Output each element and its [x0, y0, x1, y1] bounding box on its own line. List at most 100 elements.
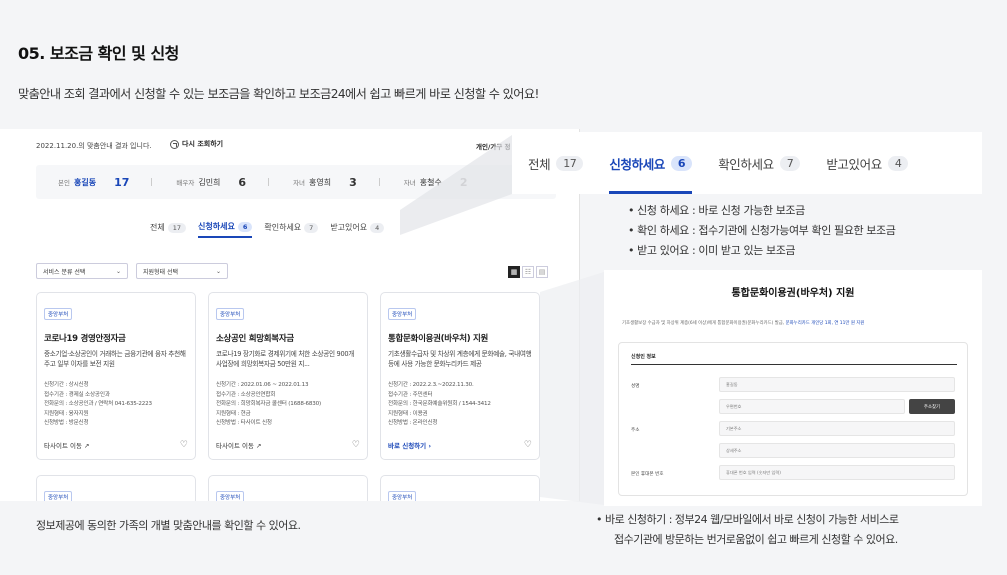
list-view-icon[interactable]: ☷: [522, 266, 534, 278]
zoom-tab-apply[interactable]: 신청하세요 6: [609, 132, 693, 194]
address-field[interactable]: 기본주소: [719, 421, 955, 436]
member-role: 자녀: [403, 179, 416, 187]
tab-check[interactable]: 확인하세요 7: [264, 222, 319, 237]
family-switcher: 본인 홍길동 17 배우자 김민희 6 자녀 홍영희 3 자녀 홍철수 2: [36, 165, 556, 199]
refresh-icon: [170, 139, 179, 149]
tab-count: 4: [370, 222, 385, 233]
subsidy-card[interactable]: 중앙부처: [380, 475, 540, 501]
refresh-label: 다시 조회하기: [182, 140, 224, 148]
name-label: 성명: [631, 384, 640, 389]
form-title: 통합문화이용권(바우처) 지원: [731, 288, 855, 299]
detail-item: 지원형태 : 융자지원: [44, 410, 89, 417]
left-caption: 정보제공에 동의한 가족의 개별 맞춤안내를 확인할 수 있어요.: [36, 519, 301, 532]
subsidy-card[interactable]: 중앙부처 코로나19 경영안정자금 중소기업·소상공인이 거래하는 금융기관에 …: [36, 292, 196, 460]
tab-label: 전체: [150, 223, 165, 232]
bullet-apply: • 신청 하세요 : 바로 신청 가능한 보조금: [628, 204, 805, 217]
member-count: 17: [114, 175, 130, 189]
tab-receiving[interactable]: 받고있어요 4: [330, 222, 385, 237]
phone-field[interactable]: 휴대폰 번호 입력 (숫자만 입력): [719, 465, 955, 480]
support-type-select[interactable]: 지원형태 선택 ⌄: [136, 263, 228, 279]
card-title: 통합문화이용권(바우처) 지원: [388, 334, 489, 344]
tab-all[interactable]: 전체 17: [150, 222, 187, 237]
member-count: 2: [459, 175, 468, 189]
divider: [151, 178, 153, 186]
member-name: 홍철수: [419, 177, 442, 187]
zoom-tab-all[interactable]: 전체 17: [528, 132, 584, 194]
select-value: 서비스 분류 선택: [43, 268, 86, 276]
bullet-receiving: • 받고 있어요 : 이미 받고 있는 보조금: [628, 244, 796, 257]
compact-view-icon[interactable]: ▤: [536, 266, 548, 278]
detail-item: 지원형태 : 이용권: [388, 410, 428, 417]
page-title: 05. 보조금 확인 및 신청: [18, 44, 179, 63]
card-details: 신청기간 : 상시신청 접수기관 : 경제실 소상공인과 전화문의 : 소상공인…: [44, 381, 188, 429]
subsidy-card[interactable]: 중앙부처: [36, 475, 196, 501]
member-name: 김민희: [198, 177, 221, 187]
detail-item: 접수기관 : 소상공인연합회: [216, 391, 276, 398]
external-site-link[interactable]: 타사이트 이동 ↗: [44, 440, 89, 450]
card-title: 소상공인 희망회복자금: [216, 334, 294, 344]
tab-count: 17: [556, 155, 584, 171]
card-details: 신청기간 : 2022.01.06 ~ 2022.01.13 접수기관 : 소상…: [216, 381, 360, 429]
card-description: 중소기업·소상공인이 거래하는 금융기관에 융자 추천해주고 일부 이자를 보전…: [44, 350, 186, 368]
filter-bar: 서비스 분류 선택 ⌄ 지원형태 선택 ⌄: [36, 263, 228, 279]
tab-count: 17: [167, 222, 187, 233]
heart-icon[interactable]: ♡: [180, 440, 188, 450]
address-detail-field[interactable]: 상세주소: [719, 443, 955, 458]
applicant-info-box: 신청인 정보 성명 홍길동 우편번호 주소찾기 주소 기본주소 상세주소 본인 …: [618, 342, 968, 496]
zoom-tab-check[interactable]: 확인하세요 7: [718, 132, 801, 194]
tab-label: 받고있어요: [330, 223, 368, 232]
application-form-screen: 통합문화이용권(바우처) 지원 기초생활보장 수급자 및 차상위 계층(6세 이…: [604, 270, 982, 506]
tab-apply[interactable]: 신청하세요 6: [198, 221, 253, 238]
member-role: 자녀: [293, 179, 306, 187]
card-details: 신청기간 : 2022.2.3.~2022.11.30. 접수기관 : 주민센터…: [388, 381, 532, 429]
detail-item: 신청방법 : 방문신청: [44, 420, 89, 427]
personal-info-link[interactable]: 개인/가구 정: [476, 141, 511, 151]
zoomed-tabs: 전체 17 신청하세요 6 확인하세요 7 받고있어요 4: [512, 132, 982, 194]
divider: [268, 178, 270, 186]
subsidy-card[interactable]: 중앙부처 소상공인 희망회복자금 코로나19 장기화로 경제위기에 처한 소상공…: [208, 292, 368, 460]
zipcode-field[interactable]: 우편번호: [719, 399, 905, 414]
detail-item: 신청방법 : 타사이트 신청: [216, 420, 272, 427]
subsidy-card[interactable]: 중앙부처: [208, 475, 368, 501]
external-site-link[interactable]: 타사이트 이동 ↗: [216, 440, 261, 450]
service-category-select[interactable]: 서비스 분류 선택 ⌄: [36, 263, 128, 279]
tab-label: 받고있어요: [826, 156, 882, 172]
subsidy-card[interactable]: 중앙부처 통합문화이용권(바우처) 지원 기초생활수급자 및 차상위 계층에게 …: [380, 292, 540, 460]
tab-explanations: • 신청 하세요 : 바로 신청 가능한 보조금 • 확인 하세요 : 접수기관…: [628, 201, 896, 261]
member-role: 본인: [58, 179, 70, 187]
tab-count: 7: [779, 155, 801, 171]
member-role: 배우자: [176, 179, 195, 187]
bullet-check: • 확인 하세요 : 접수기관에 신청가능여부 확인 필요한 보조금: [628, 224, 896, 237]
heart-icon[interactable]: ♡: [524, 440, 532, 450]
grid-view-icon[interactable]: ▦: [508, 266, 520, 278]
detail-item: 전화문의 : 한국문화예술위원회 / 1544-3412: [388, 401, 491, 408]
section-title: 신청인 정보: [631, 353, 957, 365]
find-address-button[interactable]: 주소찾기: [909, 399, 955, 414]
select-value: 지원형태 선택: [143, 268, 179, 276]
right-caption-line-2: 접수기관에 방문하는 번거로움없이 쉽고 빠르게 신청할 수 있어요.: [614, 533, 898, 546]
apply-now-link[interactable]: 바로 신청하기 ›: [388, 440, 431, 450]
phone-label: 본인 휴대폰 번호: [631, 472, 664, 477]
family-member-child-2[interactable]: 자녀 홍철수 2: [404, 176, 468, 189]
member-count: 6: [238, 175, 247, 189]
detail-item: 신청기간 : 2022.2.3.~2022.11.30.: [388, 382, 474, 388]
tab-count: 7: [304, 222, 319, 233]
card-tag: 중앙부처: [388, 308, 417, 320]
family-member-spouse[interactable]: 배우자 김민희 6: [176, 175, 270, 189]
right-caption: • 바로 신청하기 : 정부24 웹/모바일에서 바로 신청이 가능한 서비스로…: [596, 510, 899, 550]
member-name: 홍길동: [73, 177, 97, 187]
detail-item: 접수기관 : 경제실 소상공인과: [44, 391, 110, 398]
chevron-down-icon: ⌄: [115, 267, 121, 275]
chevron-down-icon: ⌄: [215, 267, 221, 275]
detail-item: 전화문의 : 희망회복자금 콜센터 (1688-6830): [216, 401, 321, 408]
card-tag: 중앙부처: [44, 308, 73, 320]
tab-label: 전체: [528, 156, 551, 172]
detail-item: 신청방법 : 온라인신청: [388, 420, 438, 427]
heart-icon[interactable]: ♡: [352, 440, 360, 450]
name-field[interactable]: 홍길동: [719, 377, 955, 392]
family-member-child-1[interactable]: 자녀 홍영희 3: [293, 176, 380, 189]
refresh-button[interactable]: 다시 조회하기: [170, 139, 223, 149]
zoom-tab-receiving[interactable]: 받고있어요 4: [826, 132, 909, 194]
family-member-self[interactable]: 본인 홍길동 17: [58, 175, 153, 189]
form-note-text: 기초생활보장 수급자 및 차상위 계층(6세 이상)에게 통합문화이용권(문화누…: [622, 321, 786, 326]
